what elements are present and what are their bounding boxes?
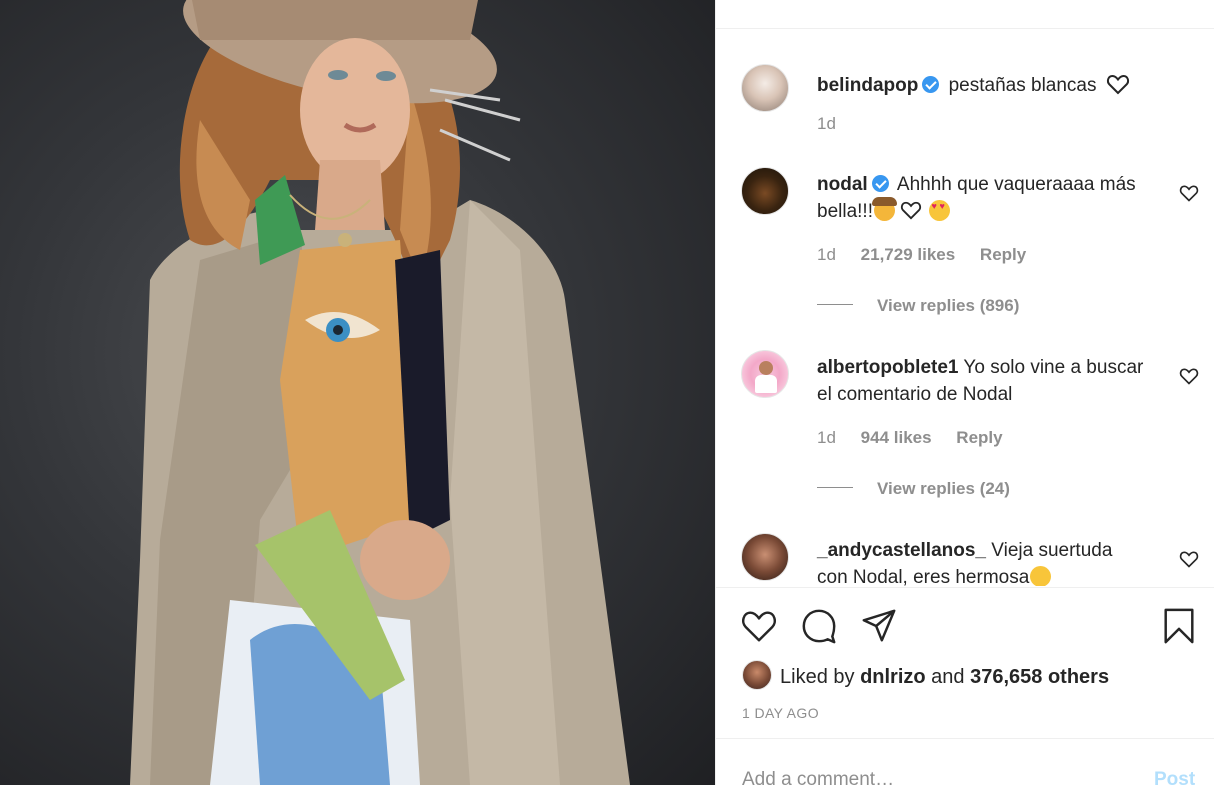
comment-time: 1d [817, 245, 836, 264]
divider-line [817, 487, 853, 488]
add-comment-bar: Add a comment… Post [716, 738, 1214, 785]
smiling-blush-emoji-icon [1030, 566, 1052, 586]
comment-likes[interactable]: 944 likes [861, 428, 932, 447]
view-replies-button[interactable]: View replies (896) [817, 296, 1019, 316]
comment-meta: 1d 944 likes Reply [817, 428, 1023, 448]
liked-by: Liked by dnlrizo and 376,658 others [742, 660, 1109, 690]
post-detail-panel: belindapop pestañas blancas 1d nodal Ahh… [715, 0, 1214, 785]
caption-body: pestañas blancas [948, 75, 1097, 96]
reply-button[interactable]: Reply [956, 428, 1002, 447]
comment-username[interactable]: nodal [817, 174, 868, 195]
comment-like-icon[interactable] [1179, 549, 1199, 569]
comment-username[interactable]: albertopoblete1 [817, 357, 958, 378]
verified-badge-icon [871, 175, 889, 192]
comment-like-icon[interactable] [1179, 366, 1199, 386]
caption-text: belindapop pestañas blancas [817, 72, 1147, 99]
liked-by-and: and [931, 666, 965, 688]
comment-text: albertopoblete1 Yo solo vine a buscar el… [817, 354, 1147, 408]
comment-like-icon[interactable] [1179, 183, 1199, 203]
post-photo[interactable] [0, 0, 715, 785]
avatar[interactable] [741, 167, 789, 215]
comment-username[interactable]: _andycastellanos_ [817, 540, 986, 561]
avatar[interactable] [741, 64, 789, 112]
comments-list[interactable]: belindapop pestañas blancas 1d nodal Ahh… [716, 30, 1214, 586]
view-replies-label: View replies (896) [877, 296, 1020, 315]
comment-likes[interactable]: 21,729 likes [861, 245, 956, 264]
post-photo-illustration [130, 0, 630, 785]
view-replies-label: View replies (24) [877, 479, 1010, 498]
cowboy-emoji-icon [871, 197, 897, 221]
divider-line [817, 304, 853, 305]
post-time-ago[interactable]: 1 DAY AGO [742, 705, 819, 721]
panel-header [716, 0, 1214, 29]
bookmark-icon[interactable] [1160, 607, 1198, 645]
caption-meta: 1d [817, 114, 856, 134]
white-heart-emoji-icon [901, 201, 922, 220]
share-icon[interactable] [860, 607, 898, 645]
comment-text: nodal Ahhhh que vaqueraaaa más bella!!! [817, 171, 1147, 225]
post-actions: Liked by dnlrizo and 376,658 others 1 DA… [716, 587, 1214, 737]
liked-by-avatar[interactable] [742, 660, 772, 690]
caption-time: 1d [817, 114, 836, 133]
view-replies-button[interactable]: View replies (24) [817, 479, 1010, 499]
liked-by-prefix: Liked by [780, 666, 855, 688]
comment-icon[interactable] [800, 607, 838, 645]
reply-button[interactable]: Reply [980, 245, 1026, 264]
comment-time: 1d [817, 428, 836, 447]
verified-badge-icon [922, 76, 940, 93]
liked-by-others[interactable]: 376,658 others [970, 666, 1109, 688]
caption-username[interactable]: belindapop [817, 75, 918, 96]
heart-icon[interactable] [740, 607, 778, 645]
avatar[interactable] [741, 350, 789, 398]
liked-by-user[interactable]: dnlrizo [860, 666, 926, 688]
heart-eyes-emoji-icon [928, 200, 950, 221]
heart-outline-icon [1106, 74, 1129, 95]
comment-meta: 1d 21,729 likes Reply [817, 245, 1046, 265]
post-button[interactable]: Post [1154, 769, 1195, 785]
comment-text: _andycastellanos_ Vieja suertuda con Nod… [817, 537, 1147, 586]
add-comment-input[interactable]: Add a comment… [742, 769, 1122, 785]
avatar[interactable] [741, 533, 789, 581]
